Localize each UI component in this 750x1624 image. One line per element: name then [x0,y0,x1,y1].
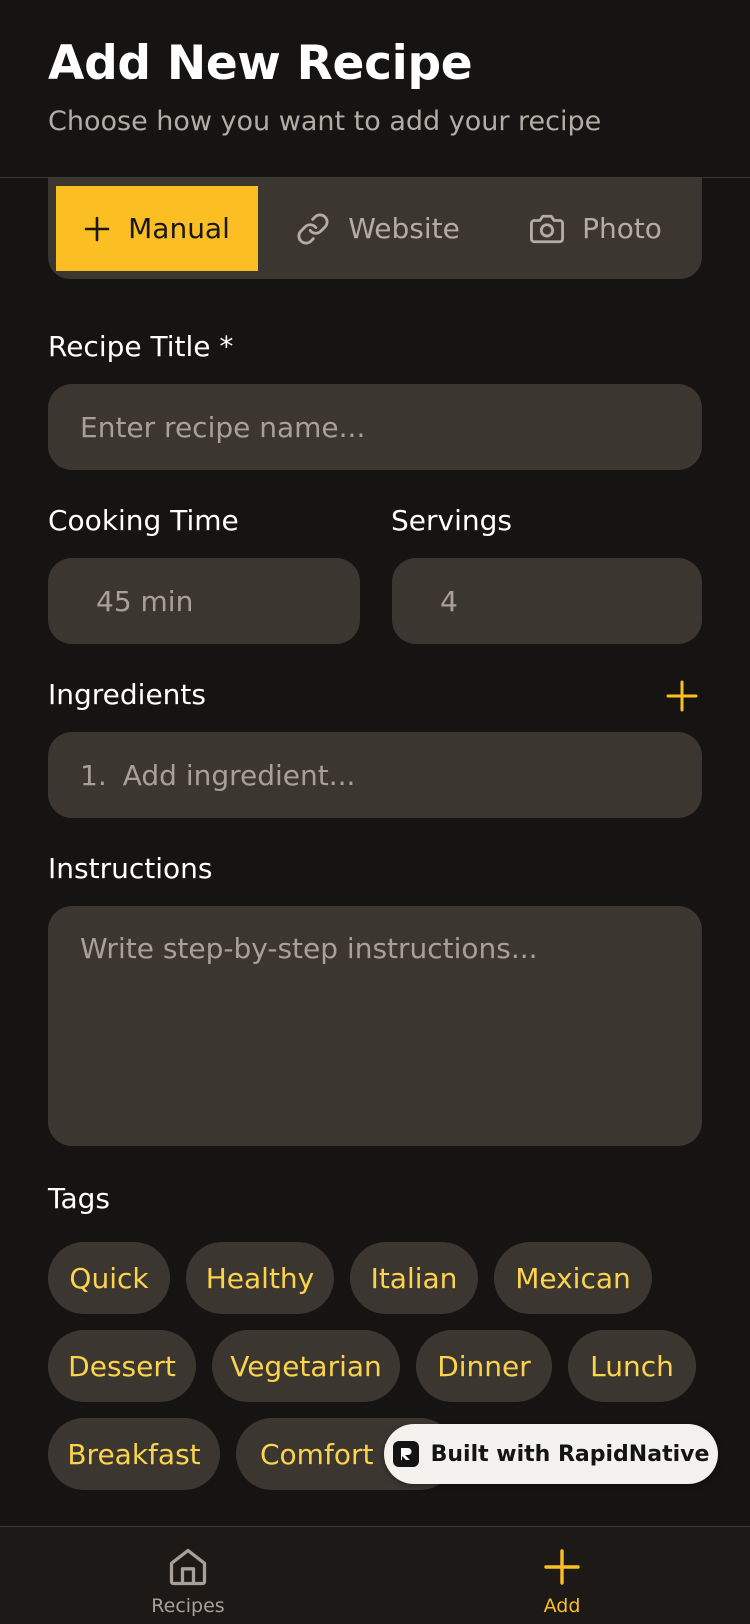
built-with-label: Built with RapidNative [430,1441,710,1467]
tag-chip[interactable]: Italian [350,1242,478,1314]
ingredients-label: Ingredients [48,678,206,711]
page-subtitle: Choose how you want to add your recipe [48,106,602,137]
add-ingredient-plus-icon[interactable] [664,678,700,714]
instructions-textarea[interactable]: Write step-by-step instructions... [48,906,702,1146]
tags-label: Tags [48,1182,110,1215]
cooking-time-label: Cooking Time [48,504,239,537]
tag-chip[interactable]: Dinner [416,1330,552,1402]
tab-recipes[interactable]: Recipes [88,1527,288,1624]
tab-add[interactable]: Add [462,1527,662,1624]
instructions-label: Instructions [48,852,213,885]
input-method-selector: Manual Website Photo [48,178,702,279]
bottom-tab-bar: Recipes Add [0,1526,750,1624]
home-icon [169,1548,207,1586]
tag-chip[interactable]: Vegetarian [212,1330,400,1402]
tab-recipes-label: Recipes [151,1595,225,1617]
link-icon [297,213,329,244]
tag-chip[interactable]: Lunch [568,1330,696,1402]
header: Add New Recipe Choose how you want to ad… [0,0,750,178]
tag-chip[interactable]: Mexican [494,1242,652,1314]
tag-chip[interactable]: Quick [48,1242,170,1314]
cooking-time-input[interactable]: 45 min [48,558,360,644]
servings-placeholder: 4 [440,584,458,618]
tag-chip[interactable]: Dessert [48,1330,196,1402]
ingredient-number: 1. [80,758,107,792]
tag-chip[interactable]: Healthy [186,1242,334,1314]
photo-tab[interactable]: Photo [526,186,666,271]
page-title: Add New Recipe [48,36,473,91]
camera-icon [530,214,565,243]
website-tab-label: Website [348,212,460,245]
ingredient-placeholder: Add ingredient... [122,758,356,792]
tab-add-label: Add [543,1595,581,1617]
recipe-title-label: Recipe Title * [48,330,234,363]
built-with-badge[interactable]: Built with RapidNative [384,1424,718,1484]
servings-input[interactable]: 4 [392,558,702,644]
plus-icon [544,1549,580,1585]
tag-chip[interactable]: Breakfast [48,1418,220,1490]
manual-tab-label: Manual [128,212,230,245]
cooking-time-placeholder: 45 min [96,584,194,618]
servings-label: Servings [391,504,512,537]
website-tab[interactable]: Website [288,186,468,271]
ingredient-input[interactable]: 1. Add ingredient... [48,732,702,818]
recipe-title-input[interactable]: Enter recipe name... [48,384,702,470]
rapidnative-logo-icon [392,1441,419,1467]
manual-tab[interactable]: Manual [56,186,258,271]
recipe-title-placeholder: Enter recipe name... [80,410,366,444]
plus-icon [84,216,110,241]
instructions-placeholder: Write step-by-step instructions... [80,932,538,965]
photo-tab-label: Photo [582,212,662,245]
